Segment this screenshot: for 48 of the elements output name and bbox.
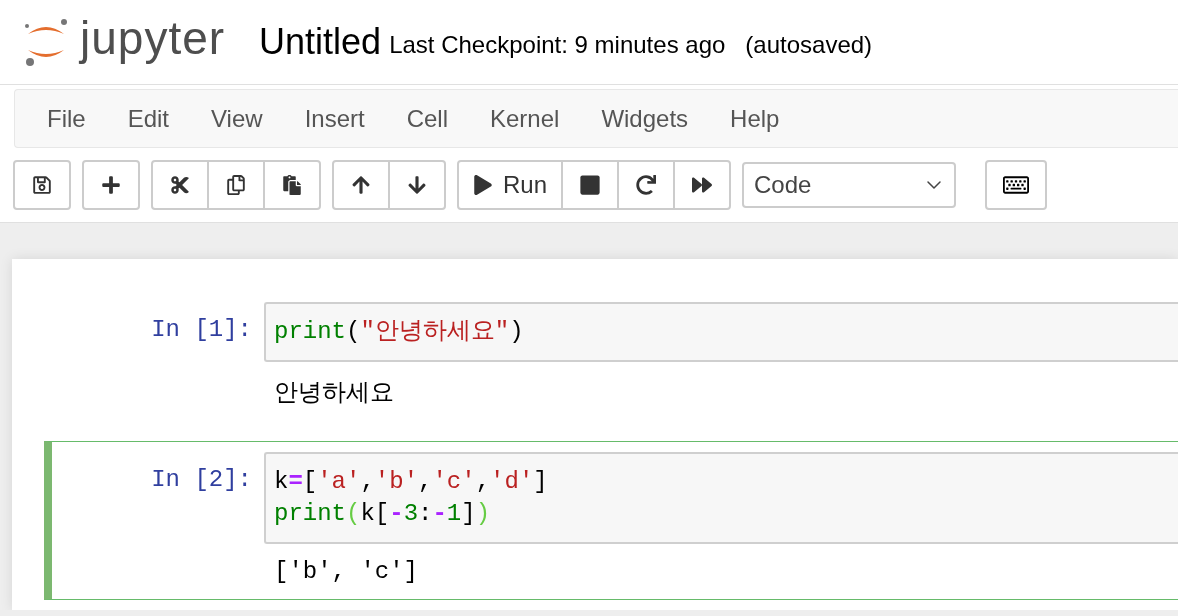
toolbar-button[interactable] bbox=[388, 160, 446, 210]
code-input[interactable]: print("안녕하세요") bbox=[264, 302, 1178, 362]
cell-output: 안녕하세요 bbox=[273, 379, 395, 409]
play-icon bbox=[473, 175, 493, 195]
scissors-icon bbox=[170, 175, 190, 195]
logo-text: jupyter bbox=[80, 11, 226, 65]
copy-icon bbox=[226, 175, 246, 195]
cell-type-select[interactable]: Code bbox=[742, 162, 957, 208]
toolbar-button[interactable] bbox=[207, 160, 265, 210]
menu-item[interactable]: View bbox=[197, 104, 291, 133]
arrow-up-icon bbox=[351, 175, 371, 195]
toolbar-button[interactable] bbox=[13, 160, 71, 210]
toolbar-button[interactable] bbox=[82, 160, 140, 210]
autosave-text: (autosaved) bbox=[745, 31, 873, 59]
code-input[interactable]: k=['a','b','c','d'] print(k[-3:-1]) bbox=[264, 452, 1178, 544]
menu-item[interactable]: Cell bbox=[392, 104, 476, 133]
fast-forward-icon bbox=[692, 175, 713, 195]
jupyter-logo-icon bbox=[22, 16, 70, 68]
menu-item[interactable]: File bbox=[33, 104, 114, 133]
checkpoint-text: Last Checkpoint: 9 minutes ago bbox=[389, 31, 726, 59]
menu-item[interactable]: Edit bbox=[113, 104, 198, 133]
restart-icon bbox=[636, 175, 657, 195]
menu-item[interactable]: Kernel bbox=[476, 104, 588, 133]
code-line: print("안녕하세요") bbox=[274, 317, 525, 347]
toolbar-button[interactable] bbox=[673, 160, 732, 210]
menu-item[interactable]: Insert bbox=[290, 104, 393, 133]
arrow-down-icon bbox=[407, 175, 427, 195]
save-icon bbox=[32, 175, 52, 195]
toolbar-button[interactable] bbox=[561, 160, 620, 210]
code-line: print(k[-3:-1]) bbox=[274, 499, 492, 529]
notebook-title[interactable]: Untitled bbox=[259, 21, 382, 63]
code-line: k=['a','b','c','d'] bbox=[274, 467, 549, 497]
input-prompt: In [1]: bbox=[150, 315, 252, 345]
stop-icon bbox=[579, 174, 602, 196]
input-prompt: In [2]: bbox=[150, 465, 252, 495]
toolbar-button[interactable] bbox=[263, 160, 321, 210]
toolbar-button[interactable] bbox=[151, 160, 209, 210]
notebook-cell[interactable]: In [1]: print("안녕하세요") 안녕하세요 bbox=[44, 291, 1178, 423]
paste-icon bbox=[282, 175, 302, 195]
toolbar-button[interactable] bbox=[617, 160, 676, 210]
run-button[interactable]: Run bbox=[457, 160, 564, 210]
keyboard-shortcuts-button[interactable] bbox=[985, 160, 1048, 210]
cell-output: ['b', 'c'] bbox=[273, 557, 420, 587]
notebook-cell[interactable]: In [2]: k=['a','b','c','d'] print(k[-3:-1]) ['b', 'c'] bbox=[44, 441, 1178, 600]
menu-item[interactable]: Widgets bbox=[587, 104, 717, 133]
toolbar-button[interactable] bbox=[332, 160, 390, 210]
plus-icon bbox=[101, 175, 121, 195]
menu-item[interactable]: Help bbox=[716, 104, 808, 133]
